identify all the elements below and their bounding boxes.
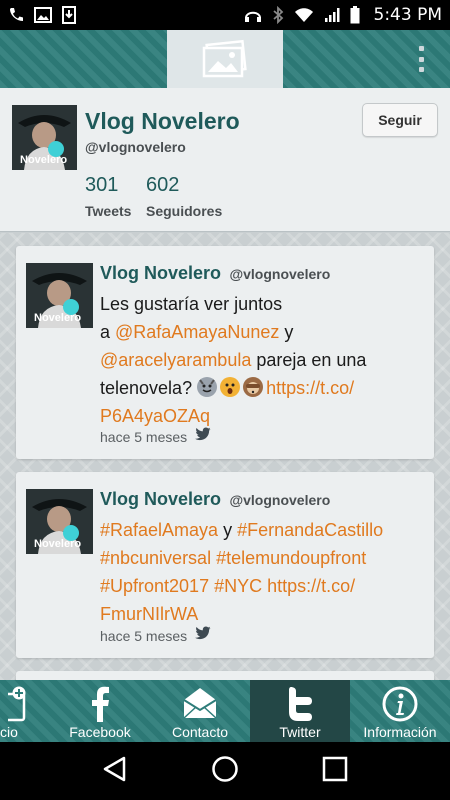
tweet-link[interactable]: P6A4yaOZAq <box>100 406 210 426</box>
tab-informacion[interactable]: Información <box>350 680 450 742</box>
tweet-author-name: Vlog Novelero <box>100 489 222 509</box>
tweet-text: Les gustaría ver juntos a @RafaAmayaNune… <box>100 290 420 430</box>
info-icon <box>382 686 418 725</box>
tweet-text-segment: y <box>279 322 294 342</box>
profile-header: Novelero Vlog Novelero @vlognovelero Seg… <box>0 88 450 232</box>
mention-link[interactable]: @RafaAmayaNunez <box>115 322 279 342</box>
tweet-timestamp: hace 5 meses <box>100 627 188 644</box>
tweet-link[interactable]: https://t.co/ <box>266 378 354 398</box>
followers-count: 602 <box>146 174 180 196</box>
avatar[interactable]: Novelero <box>12 105 77 170</box>
profile-name: Vlog Novelero <box>85 108 240 134</box>
tab-facebook[interactable]: Facebook <box>50 680 150 742</box>
tweet-avatar[interactable]: Novelero <box>26 489 93 554</box>
tweets-count: 301 <box>85 174 119 196</box>
twitter-bird-icon <box>195 626 211 645</box>
overflow-menu-icon[interactable] <box>416 46 426 72</box>
battery-icon <box>350 6 360 24</box>
tab-label: cio <box>0 724 18 740</box>
tweet-text-segment: y <box>218 520 238 540</box>
status-bar: 5:43 PM <box>0 0 450 30</box>
avatar-wordmark: Novelero <box>34 312 81 324</box>
tweet-footer: hace 5 meses <box>100 427 211 446</box>
contact-card-plus-icon <box>0 686 30 725</box>
tweet-link[interactable]: FmurNIlrWA <box>100 604 198 624</box>
avatar-wordmark: Novelero <box>20 154 67 166</box>
follow-button[interactable]: Seguir <box>362 103 438 137</box>
phone-icon <box>8 7 24 23</box>
twitter-bird-icon <box>195 427 211 446</box>
tweet-text-segment: Les gustaría ver juntos <box>100 294 283 314</box>
app-bar <box>0 30 450 88</box>
status-time: 5:43 PM <box>373 5 443 25</box>
download-icon <box>62 6 76 24</box>
image-icon <box>34 7 52 23</box>
devil-face-emoji-icon <box>197 377 218 397</box>
back-icon[interactable] <box>101 755 129 788</box>
tab-twitter[interactable]: Twitter <box>250 680 350 742</box>
tweet-footer: hace 5 meses <box>100 626 211 645</box>
wifi-icon <box>294 7 314 23</box>
tab-inicio[interactable]: cio <box>0 680 50 742</box>
hashtag-link[interactable]: #FernandaCastillo <box>237 520 383 540</box>
avatar-wordmark: Novelero <box>34 538 81 550</box>
mention-link[interactable]: @aracelyarambula <box>100 350 251 370</box>
tweet-card[interactable]: Novelero Vlog Novelero @vlognovelero #Ra… <box>16 472 434 658</box>
bottom-tab-bar: cio Facebook Contacto Twitter Informació… <box>0 680 450 742</box>
system-nav-bar <box>0 742 450 800</box>
tweet-card[interactable] <box>16 671 434 680</box>
tweet-avatar[interactable]: Novelero <box>26 263 93 328</box>
tweet-link[interactable]: https://t.co/ <box>267 576 355 596</box>
followers-stat[interactable]: 602 Seguidores <box>146 174 222 219</box>
tweet-author-handle: @vlognovelero <box>229 266 331 282</box>
app-logo <box>167 30 283 88</box>
tweets-stat[interactable]: 301 Tweets <box>85 174 131 219</box>
recents-icon[interactable] <box>321 755 349 788</box>
envelope-icon <box>182 686 218 723</box>
tweet-text-segment: pareja en una <box>251 350 367 370</box>
tab-label: Información <box>363 724 437 740</box>
tweet-feed[interactable]: Novelero Vlog Novelero @vlognovelero Les… <box>0 233 450 680</box>
tab-label: Twitter <box>279 724 321 740</box>
facebook-icon <box>90 686 110 725</box>
profile-handle: @vlognovelero <box>85 139 186 155</box>
hashtag-link[interactable]: #telemundoupfront <box>216 548 366 568</box>
hashtag-link[interactable]: #NYC <box>214 576 262 596</box>
tweet-author-handle: @vlognovelero <box>229 492 331 508</box>
tweet-header: Vlog Novelero @vlognovelero <box>100 489 330 510</box>
headset-icon <box>244 7 262 23</box>
hashtag-link[interactable]: #Upfront2017 <box>100 576 209 596</box>
gallery-icon <box>202 39 247 78</box>
followers-label: Seguidores <box>146 203 223 219</box>
signal-icon <box>324 7 340 23</box>
tweet-author-name: Vlog Novelero <box>100 263 222 283</box>
twitter-t-icon <box>287 686 313 725</box>
tweet-text-segment: telenovela? <box>100 378 198 398</box>
hashtag-link[interactable]: #nbcuniversal <box>100 548 211 568</box>
hashtag-link[interactable]: #RafaelAmaya <box>100 520 218 540</box>
tab-label: Contacto <box>171 724 229 740</box>
tweets-label: Tweets <box>85 203 132 219</box>
see-no-evil-monkey-emoji-icon <box>243 377 264 397</box>
tab-label: Facebook <box>69 724 131 740</box>
tweet-text: #RafaelAmaya y #FernandaCastillo #nbcuni… <box>100 516 420 628</box>
bluetooth-icon <box>272 6 284 24</box>
tab-contacto[interactable]: Contacto <box>150 680 250 742</box>
tweet-text-segment: a <box>100 322 116 342</box>
tweet-timestamp: hace 5 meses <box>100 428 188 445</box>
home-icon[interactable] <box>211 755 239 788</box>
tweet-header: Vlog Novelero @vlognovelero <box>100 263 330 284</box>
tweet-card[interactable]: Novelero Vlog Novelero @vlognovelero Les… <box>16 246 434 459</box>
surprised-face-emoji-icon <box>220 377 241 397</box>
